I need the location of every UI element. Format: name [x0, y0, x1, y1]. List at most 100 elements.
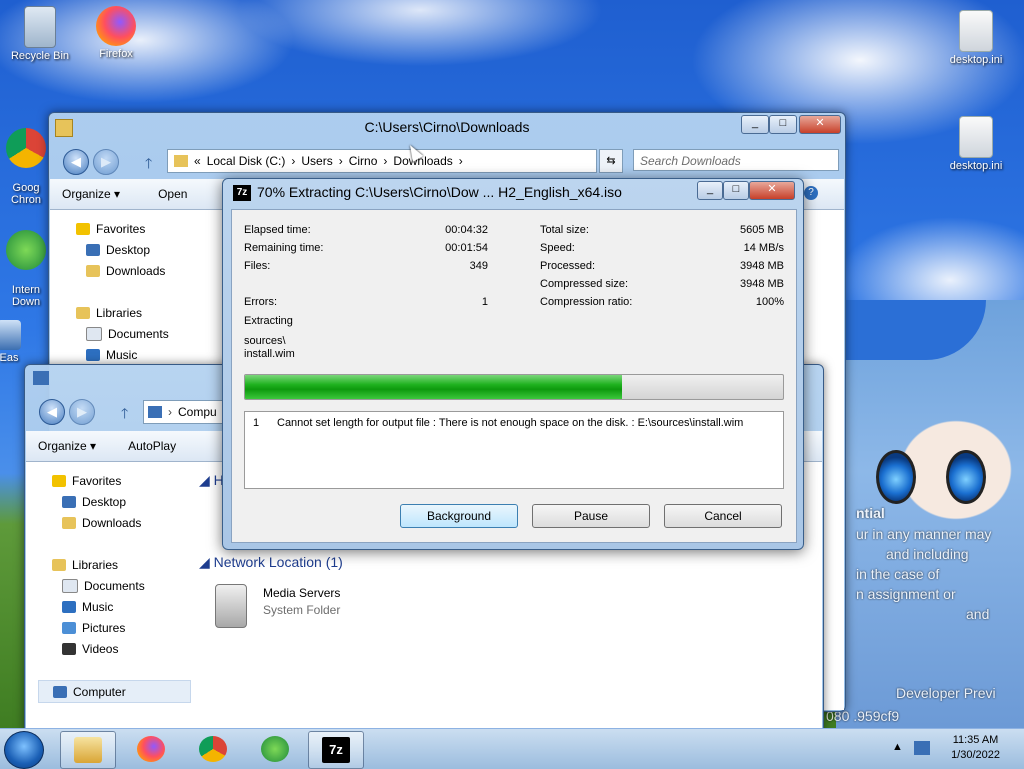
collapse-icon: ◢: [199, 554, 214, 570]
desktop-ini-file[interactable]: desktop.ini: [940, 10, 1012, 66]
nav-computer[interactable]: Computer: [38, 680, 191, 703]
taskbar: 7z ▲ 11:35 AM 1/30/2022: [0, 728, 1024, 769]
forward-button[interactable]: ▶: [93, 149, 119, 175]
recycle-bin-shortcut[interactable]: Recycle Bin: [4, 6, 76, 62]
nav-downloads[interactable]: Downloads: [52, 512, 191, 533]
breadcrumb-separator[interactable]: ›: [383, 154, 387, 168]
nav-pictures[interactable]: Pictures: [52, 617, 191, 638]
back-button[interactable]: ◀: [63, 149, 89, 175]
nav-desktop[interactable]: Desktop: [52, 491, 191, 512]
breadcrumb-computer[interactable]: Compu: [178, 405, 217, 419]
pause-button[interactable]: Pause: [532, 504, 650, 528]
taskbar-chrome[interactable]: [186, 731, 240, 767]
breadcrumb-local-disk[interactable]: Local Disk (C:): [207, 154, 286, 168]
close-button[interactable]: ✕: [799, 115, 841, 134]
collapse-icon: ◢: [199, 472, 214, 488]
easy-shortcut[interactable]: Eas: [0, 320, 34, 364]
computer-transfer-icon: [0, 320, 21, 350]
address-bar[interactable]: « Local Disk (C:) › Users › Cirno › Down…: [167, 149, 597, 173]
log-index: 1: [253, 417, 260, 429]
group-header[interactable]: ◢ H: [199, 472, 224, 489]
help-icon[interactable]: ?: [804, 186, 818, 200]
speed-label: Speed:: [540, 242, 575, 254]
breadcrumb-separator[interactable]: ›: [339, 154, 343, 168]
breadcrumb-users[interactable]: Users: [301, 154, 332, 168]
breadcrumb-separator[interactable]: ›: [291, 154, 295, 168]
minimize-button[interactable]: _: [741, 115, 769, 134]
nav-libraries[interactable]: Libraries: [52, 554, 191, 575]
nav-label: Music: [106, 347, 138, 362]
start-button[interactable]: [4, 731, 44, 769]
wallpaper-eye-left: [876, 450, 916, 504]
up-arrow-icon[interactable]: 🡑: [121, 403, 128, 427]
breadcrumb-separator[interactable]: ›: [459, 154, 463, 168]
icon-label: Recycle Bin: [10, 50, 70, 62]
organize-button[interactable]: Organize ▾: [38, 439, 96, 453]
nav-libraries[interactable]: Libraries: [76, 302, 225, 323]
nav-desktop[interactable]: Desktop: [76, 239, 225, 260]
nav-label: Videos: [82, 641, 119, 656]
star-icon: [76, 222, 90, 235]
speed-value: 14 MB/s: [743, 242, 784, 254]
folder-icon: [174, 155, 188, 167]
taskbar-firefox[interactable]: [124, 731, 178, 767]
desktop-ini-file[interactable]: desktop.ini: [940, 116, 1012, 172]
back-button[interactable]: ◀: [39, 399, 65, 425]
nav-music[interactable]: Music: [76, 344, 225, 365]
cancel-button[interactable]: Cancel: [664, 504, 782, 528]
network-icon[interactable]: [914, 741, 930, 755]
close-button[interactable]: ✕: [749, 181, 795, 200]
nav-label: Music: [82, 599, 114, 614]
network-group-header[interactable]: ◢ Network Location (1): [199, 554, 343, 571]
taskbar-download-manager[interactable]: [248, 731, 302, 767]
nav-label: Documents: [108, 326, 169, 341]
breadcrumb-downloads[interactable]: Downloads: [393, 154, 452, 168]
breadcrumb-overflow[interactable]: «: [194, 154, 201, 168]
breadcrumb-cirno[interactable]: Cirno: [349, 154, 378, 168]
firefox-shortcut[interactable]: Firefox: [80, 6, 152, 60]
nav-videos[interactable]: Videos: [52, 638, 191, 659]
compression-ratio-label: Compression ratio:: [540, 296, 633, 308]
processed-label: Processed:: [540, 260, 596, 272]
show-hidden-icons-button[interactable]: ▲: [892, 741, 903, 753]
error-log[interactable]: 1 Cannot set length for output file : Th…: [244, 411, 784, 489]
nav-label: Desktop: [82, 494, 127, 509]
taskbar-explorer[interactable]: [60, 731, 116, 769]
forward-button[interactable]: ▶: [69, 399, 95, 425]
icon-label: Firefox: [99, 48, 133, 60]
background-button[interactable]: Background: [400, 504, 518, 528]
nav-music[interactable]: Music: [52, 596, 191, 617]
nav-downloads[interactable]: Downloads: [76, 260, 225, 281]
maximize-button[interactable]: □: [723, 181, 749, 200]
window-title: C:\Users\Cirno\Downloads: [364, 119, 530, 135]
wallpaper-text: in the case of: [856, 566, 940, 582]
nav-documents[interactable]: Documents: [52, 575, 191, 596]
media-servers-item[interactable]: Media Servers System Folder: [215, 582, 435, 630]
maximize-button[interactable]: □: [769, 115, 797, 134]
address-separator: ›: [168, 405, 172, 419]
address-bar[interactable]: › Compu: [143, 400, 225, 424]
organize-button[interactable]: Organize ▾: [62, 187, 120, 201]
autoplay-button[interactable]: AutoPlay: [128, 439, 176, 453]
nav-favorites[interactable]: Favorites: [52, 470, 191, 491]
taskbar-7zip[interactable]: 7z: [308, 731, 364, 769]
nav-documents[interactable]: Documents: [76, 323, 225, 344]
extract-progress-dialog[interactable]: 7z 70% Extracting C:\Users\Cirno\Dow ...…: [222, 178, 804, 550]
downloads-folder-icon: [86, 264, 100, 277]
current-file: install.wim: [244, 348, 295, 360]
icon-label: Eas: [0, 352, 19, 364]
pictures-icon: [62, 621, 76, 634]
open-button[interactable]: Open: [158, 187, 187, 201]
refresh-button[interactable]: ⇆: [599, 149, 623, 173]
nav-label: Libraries: [72, 557, 119, 572]
status-text: Extracting: [244, 315, 293, 327]
firefox-icon: [137, 736, 165, 762]
settings-file-icon: [959, 116, 993, 158]
minimize-button[interactable]: _: [697, 181, 723, 200]
wallpaper-text: ntial: [856, 505, 885, 521]
nav-favorites[interactable]: Favorites: [76, 218, 225, 239]
search-input[interactable]: Search Downloads: [633, 149, 839, 171]
up-arrow-icon[interactable]: 🡑: [145, 153, 152, 177]
clock[interactable]: 11:35 AM 1/30/2022: [951, 733, 1000, 763]
